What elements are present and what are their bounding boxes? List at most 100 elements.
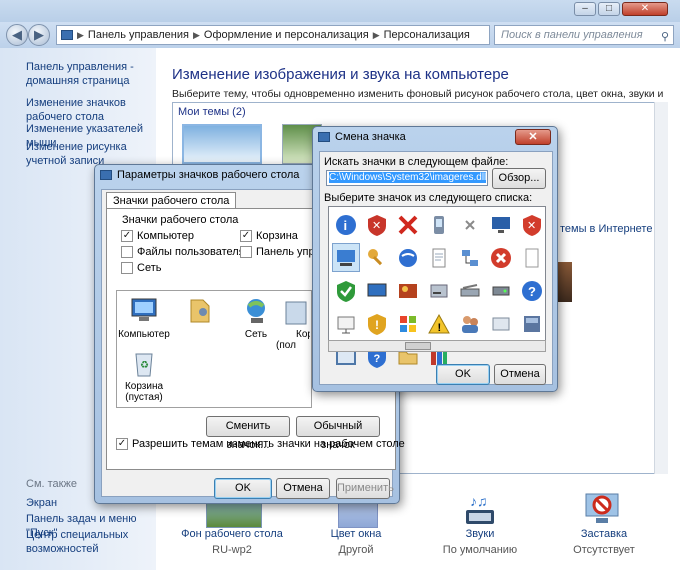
shield-red-icon[interactable]: ✕ xyxy=(363,210,391,239)
maximize-button[interactable]: □ xyxy=(598,2,620,16)
checkbox-label: Разрешить темам изменять значки на рабоч… xyxy=(132,438,405,450)
change-icon-button[interactable]: Сменить значок... xyxy=(206,416,290,451)
cross-small-icon[interactable] xyxy=(456,210,484,239)
minimize-button[interactable]: – xyxy=(574,2,596,16)
desktop-background-link[interactable]: Фон рабочего стола xyxy=(172,528,292,540)
projector-icon[interactable] xyxy=(332,309,360,338)
screen-icon[interactable] xyxy=(363,276,391,305)
see-also-heading: См. также xyxy=(26,478,77,490)
user-folder-icon-item[interactable] xyxy=(170,296,230,329)
computer-icon-item[interactable]: Компьютер xyxy=(114,296,174,340)
checkbox-box[interactable] xyxy=(121,246,133,258)
checkbox-label: Компьютер xyxy=(137,230,194,242)
checkbox-box[interactable]: ✓ xyxy=(121,230,133,242)
globe-icon[interactable] xyxy=(394,243,422,272)
change-desktop-icons-link[interactable]: Изменение значков рабочего стола xyxy=(26,96,154,124)
scroll-thumb[interactable] xyxy=(405,342,431,350)
blank-page-icon[interactable] xyxy=(518,243,546,272)
svg-text:♪♫: ♪♫ xyxy=(470,493,488,509)
info-icon[interactable]: i xyxy=(332,210,360,239)
cancel-button[interactable]: Отмена xyxy=(276,478,330,499)
icon-grid-scrollbar[interactable] xyxy=(328,340,546,352)
checkbox-box[interactable]: ✓ xyxy=(116,438,128,450)
theme-thumbnail[interactable] xyxy=(182,124,262,164)
check-shield-icon[interactable] xyxy=(332,276,360,305)
themes-scrollbar[interactable] xyxy=(654,102,668,474)
monitor-selected-icon[interactable] xyxy=(332,243,360,272)
sounds-link[interactable]: Звуки xyxy=(420,528,540,540)
icon-label: Сеть xyxy=(244,329,268,340)
recycle-bin-checkbox[interactable]: ✓ Корзина xyxy=(240,230,298,242)
allow-themes-checkbox[interactable]: ✓ Разрешить темам изменять значки на рабо… xyxy=(116,438,405,450)
address-bar[interactable]: ▶ Панель управления ▶ Оформление и персо… xyxy=(56,25,490,45)
checkbox-box[interactable] xyxy=(240,246,252,258)
cabinet-icon[interactable] xyxy=(518,309,546,338)
recycle-bin-empty-icon-item[interactable]: ♻ Корзина (пустая) xyxy=(114,348,174,403)
question-icon[interactable]: ? xyxy=(518,276,546,305)
checkbox-box[interactable]: ✓ xyxy=(240,230,252,242)
ok-button[interactable]: OK xyxy=(214,478,272,499)
control-panel-home-link[interactable]: Панель управления - домашняя страница xyxy=(26,60,154,88)
warning-shield-icon[interactable]: ! xyxy=(363,309,391,338)
key-icon[interactable] xyxy=(363,243,391,272)
x-icon[interactable] xyxy=(394,210,422,239)
windows-flag-icon[interactable] xyxy=(394,309,422,338)
network-checkbox[interactable]: Сеть xyxy=(121,262,161,274)
monitor-icon xyxy=(100,170,112,180)
breadcrumb-separator-icon: ▶ xyxy=(77,29,84,40)
online-themes-link[interactable]: темы в Интернете xyxy=(560,223,652,235)
my-themes-heading: Мои темы (2) xyxy=(178,106,246,118)
card-icon[interactable] xyxy=(487,309,515,338)
breadcrumb-item[interactable]: Персонализация xyxy=(384,29,470,41)
cancel-button[interactable]: Отмена xyxy=(494,364,546,385)
photo-icon[interactable] xyxy=(394,276,422,305)
phone-icon[interactable] xyxy=(425,210,453,239)
navigation-bar: ◀ ▶ ▶ Панель управления ▶ Оформление и п… xyxy=(0,22,680,48)
breadcrumb-item[interactable]: Оформление и персонализация xyxy=(204,29,369,41)
ease-of-access-link[interactable]: Центр специальных возможностей xyxy=(26,528,154,556)
svg-text:!: ! xyxy=(438,322,442,334)
file-path-input[interactable]: C:\Windows\System32\imageres.dll xyxy=(326,170,488,186)
checkbox-box[interactable] xyxy=(121,262,133,274)
close-window-button[interactable]: ✕ xyxy=(622,2,668,16)
forward-arrow-icon[interactable]: ▶ xyxy=(28,24,50,46)
screensaver-link[interactable]: Заставка xyxy=(544,528,664,540)
svg-text:✕: ✕ xyxy=(527,220,536,232)
hard-drive-icon[interactable] xyxy=(487,276,515,305)
drive-icon[interactable] xyxy=(425,276,453,305)
scanner-icon[interactable] xyxy=(456,276,484,305)
file-label: Искать значки в следующем файле: xyxy=(324,156,509,168)
back-arrow-icon[interactable]: ◀ xyxy=(6,24,28,46)
recycle-bin-full-icon xyxy=(282,296,310,326)
error-icon[interactable] xyxy=(487,243,515,272)
user-files-checkbox[interactable]: Файлы пользователя xyxy=(121,246,245,258)
recycle-bin-empty-icon: ♻ xyxy=(127,348,161,378)
computer-checkbox[interactable]: ✓ Компьютер xyxy=(121,230,194,242)
close-icon[interactable]: ✕ xyxy=(515,129,551,145)
browse-button[interactable]: Обзор... xyxy=(492,168,546,189)
screensaver-icon[interactable] xyxy=(582,490,622,528)
dialog-title: Смена значка xyxy=(335,131,406,143)
svg-text:?: ? xyxy=(528,284,536,299)
document-icon[interactable] xyxy=(425,243,453,272)
recycle-bin-full-icon-item[interactable]: Корз (пол xyxy=(276,296,310,351)
apply-button[interactable]: Применить xyxy=(336,478,394,499)
warning-icon[interactable]: ! xyxy=(425,309,453,338)
svg-text:?: ? xyxy=(374,353,381,365)
search-icon[interactable]: ⚲ xyxy=(661,28,669,46)
page-title: Изменение изображения и звука на компьют… xyxy=(172,66,509,83)
monitor-icon[interactable] xyxy=(487,210,515,239)
tab-desktop-icons[interactable]: Значки рабочего стола xyxy=(106,192,237,209)
window-color-value: Другой xyxy=(338,544,374,556)
window-color-link[interactable]: Цвет окна xyxy=(296,528,416,540)
default-icon-button[interactable]: Обычный значок xyxy=(296,416,380,451)
desktop-background-value: RU-wp2 xyxy=(212,544,252,556)
users-icon[interactable] xyxy=(456,309,484,338)
search-input[interactable]: Поиск в панели управления ⚲ xyxy=(494,25,674,45)
shield-x-icon[interactable]: ✕ xyxy=(518,210,546,239)
checkbox-label: Файлы пользователя xyxy=(137,246,245,258)
breadcrumb-item[interactable]: Панель управления xyxy=(88,29,189,41)
sounds-icon[interactable]: ♪♫ xyxy=(460,490,500,528)
ok-button[interactable]: OK xyxy=(436,364,490,385)
network-icon[interactable] xyxy=(456,243,484,272)
